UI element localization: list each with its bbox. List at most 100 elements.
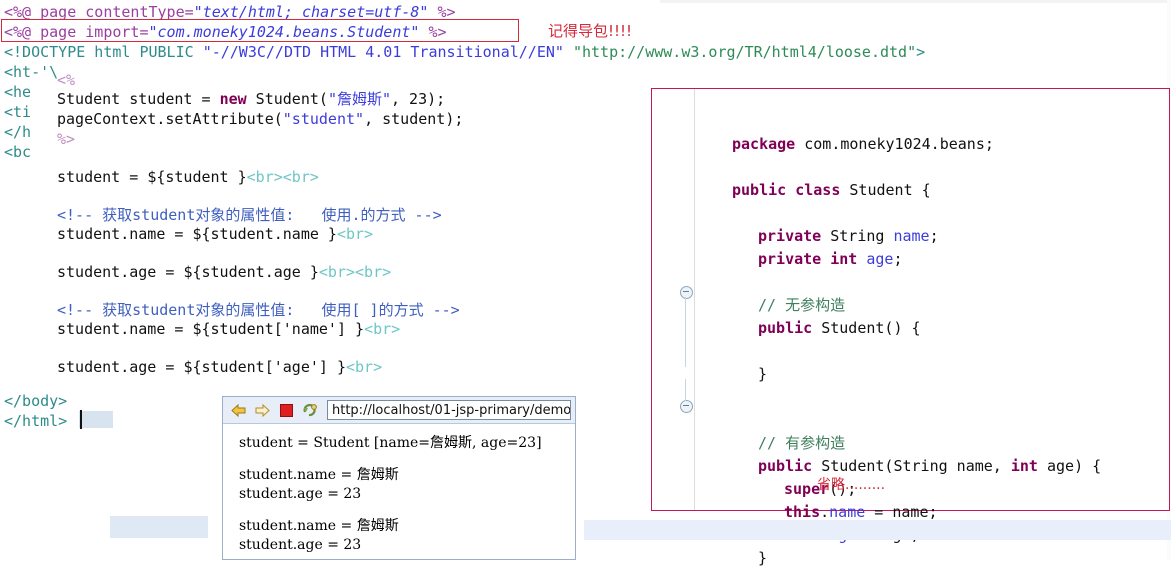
setattr-suffix: , student); [364, 110, 464, 128]
setattr-key: "student" [282, 110, 365, 128]
line-close-body: </body> [4, 391, 67, 411]
doctype-end: > [916, 43, 926, 61]
name-bracket-expr: ${student['name'] } [192, 320, 365, 338]
decorative-block-left [110, 516, 208, 538]
java-line-noarg-ctor-close: } [758, 365, 768, 383]
name-dot-label: student.name = [57, 225, 193, 243]
age-dot-label: student.age = [57, 263, 184, 281]
this-field-name: name [829, 503, 866, 521]
close-html-tag: </html> [4, 412, 68, 430]
directive-prefix: <%@ page contentType= [4, 3, 194, 21]
scriptlet-close-token: %> [57, 130, 76, 148]
line-name-bracket: student.name = ${student['name'] }<br> [57, 319, 400, 339]
name-dot-expr: ${student.name } [192, 225, 337, 243]
remember-import-annotation: 记得导包!!!! [548, 22, 633, 40]
line-el-student: student = ${student }<br><br> [57, 167, 319, 187]
directive-value: "com.moneky1024.beans.Student" [148, 23, 420, 41]
omitted-code-annotation: 省略......... [817, 477, 886, 493]
stop-icon[interactable] [275, 400, 297, 421]
directive-prefix: <%@ page import= [4, 23, 149, 41]
age-bracket-expr: ${student['age'] } [183, 358, 346, 376]
this-assign-rest: = name; [865, 503, 938, 521]
age-bracket-label: student.age = [57, 358, 184, 376]
close-body-tag: </body> [4, 392, 68, 410]
line-setattribute: pageContext.setAttribute("student", stud… [57, 109, 463, 129]
java-blank-line [694, 409, 1101, 432]
doctype-prefix: <!DOCTYPE html PUBLIC [4, 43, 203, 61]
line-close-html: </html> [4, 411, 67, 431]
java-blank-line [694, 340, 1101, 363]
fold-range-line [685, 379, 686, 401]
keyword-public: public [758, 319, 813, 337]
fold-toggle-icon[interactable] [680, 400, 693, 413]
clipped-tag-html: <ht-'\ [4, 63, 59, 81]
field-age: age [866, 250, 894, 268]
clipped-tag-title: <ti [4, 103, 32, 121]
name-bracket-label: student.name = [57, 320, 193, 338]
java-line-noarg-ctor: public Student() { [694, 317, 1101, 340]
java-line-arg-ctor: public Student(String name, int age) { [694, 455, 1101, 478]
output-line: student.name = 詹姆斯 [239, 467, 399, 483]
jsp-directive-contenttype: <%@ page contentType="text/html; charset… [4, 2, 456, 22]
keyword-public-class: public class [732, 181, 841, 199]
browser-window[interactable]: http://localhost/01-jsp-primary/demo02.j… [222, 396, 576, 560]
keyword-this: this [784, 503, 821, 521]
java-line-field-name: private String name; [694, 225, 1101, 248]
clipped-tag-head: <he [4, 83, 32, 101]
doctype-public-id: "-//W3C//DTD HTML 4.01 Transitional//EN" [202, 43, 564, 61]
editor-selection-highlight [79, 411, 113, 428]
output-blank-line [239, 504, 569, 517]
directive-value: "text/html; charset=utf-8" [193, 3, 429, 21]
new-student-prefix: Student student = [57, 90, 220, 108]
el-student-expr: ${student } [147, 168, 247, 186]
browser-toolbar[interactable]: http://localhost/01-jsp-primary/demo02.j… [223, 397, 575, 424]
java-line-super: super(); [694, 478, 1101, 501]
refresh-icon[interactable] [299, 400, 321, 421]
keyword-package: package [732, 135, 796, 153]
age-dot-expr: ${student.age } [183, 263, 319, 281]
text-caret [80, 410, 82, 429]
browser-page-content: student = Student [name=詹姆斯, age=23] stu… [223, 424, 575, 555]
java-source-panel[interactable]: package com.moneky1024.beans; public cla… [651, 88, 1170, 567]
scriptlet-close: %> [57, 129, 75, 149]
url-bar[interactable]: http://localhost/01-jsp-primary/demo02.j… [327, 400, 571, 420]
jsp-editor-pane[interactable]: <%@ page contentType="text/html; charset… [0, 0, 925, 440]
keyword-private-int: private int [758, 250, 867, 268]
java-line-package: package com.moneky1024.beans; [694, 133, 1101, 156]
package-name: com.moneky1024.beans; [795, 135, 994, 153]
java-blank-line [694, 271, 1101, 294]
forward-arrow-icon[interactable] [251, 400, 273, 421]
scriptlet-open-token: <% [57, 71, 76, 89]
output-blank-line [239, 453, 569, 466]
age-dot-br: <br><br> [318, 263, 392, 281]
keyword-public: public [758, 457, 813, 475]
arg-ctor-signature-b: age) { [1037, 457, 1102, 475]
jsp-directive-import: <%@ page import="com.moneky1024.beans.St… [4, 22, 447, 42]
line-age-dot: student.age = ${student.age }<br><br> [57, 262, 391, 282]
name-dot-br: <br> [336, 225, 374, 243]
class-name: Student { [840, 181, 931, 199]
arg-ctor-signature-a: Student(String name, [812, 457, 1011, 475]
clipped-tag-body: <bc [4, 143, 32, 161]
fold-toggle-icon[interactable] [680, 286, 693, 299]
keyword-private: private [758, 227, 822, 245]
name-bracket-br: <br> [364, 320, 401, 338]
keyword-new: new [219, 90, 247, 108]
line-new-student: Student student = new Student("詹姆斯", 23)… [57, 89, 445, 109]
java-blank-line [694, 156, 1101, 179]
comment-bracket-access: <!-- 获取student对象的属性值: 使用[ ]的方式 --> [57, 301, 460, 319]
back-arrow-icon[interactable] [227, 400, 249, 421]
java-comment-arg-ctor: // 有参构造 [758, 434, 846, 452]
java-comment-no-arg-ctor: // 无参构造 [758, 296, 846, 314]
el-student-label: student = [57, 168, 148, 186]
age-bracket-br: <br> [346, 358, 383, 376]
new-student-age-arg: , 23); [391, 90, 446, 108]
field-terminator: ; [893, 250, 903, 268]
keyword-int: int [1010, 457, 1038, 475]
new-student-ctor: Student( [246, 90, 328, 108]
java-editor-gutter[interactable] [652, 89, 695, 510]
output-line: student.age = 23 [239, 537, 362, 553]
el-student-br: <br><br> [246, 168, 319, 186]
output-line: student.name = 詹姆斯 [239, 518, 399, 534]
field-type-string: String [821, 227, 894, 245]
